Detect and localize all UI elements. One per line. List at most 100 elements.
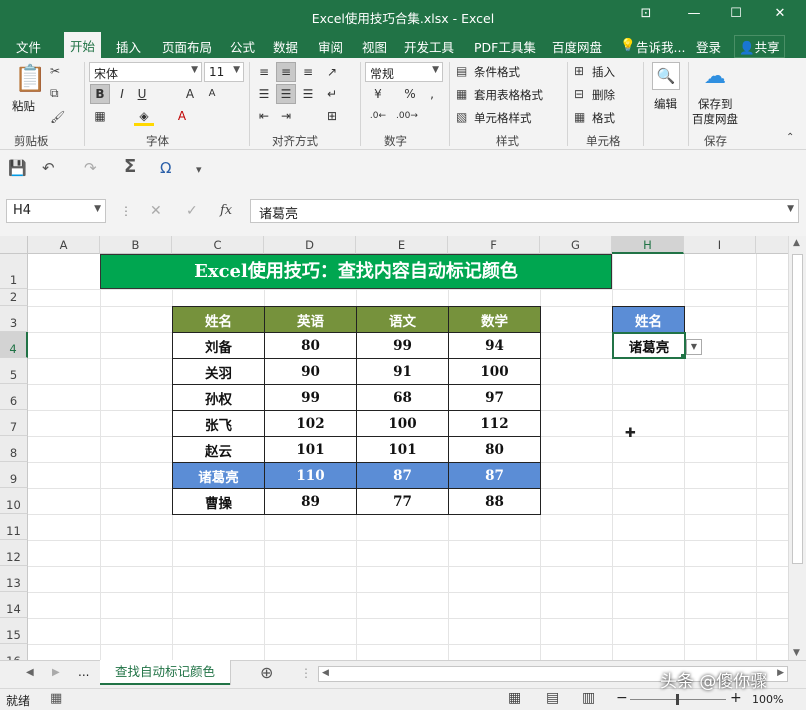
cell-styles-button[interactable]: 单元格样式 [474,110,532,126]
sign-in-link[interactable]: 登录 [696,37,721,56]
zoom-level[interactable]: 100% [752,693,783,706]
format-as-table-button[interactable]: 套用表格格式 [474,87,543,103]
copy-icon[interactable]: ⧉ [50,86,59,101]
increase-decimal-icon[interactable]: .0← [368,106,388,126]
bold-button[interactable]: B [90,84,110,104]
row-header-15[interactable]: 15 [0,618,28,644]
table-cell[interactable]: 100 [357,411,449,437]
save-to-line2[interactable]: 百度网盘 [692,111,738,127]
column-header-d[interactable]: D [264,236,356,254]
column-header-f[interactable]: F [448,236,540,254]
redo-icon[interactable]: ↷ [84,159,97,177]
row-header-9[interactable]: 9 [0,462,28,488]
delete-cells-icon[interactable]: ⊟ [574,87,584,101]
close-button[interactable]: ✕ [770,6,790,21]
table-cell[interactable]: 88 [449,489,541,515]
table-header-name[interactable]: 姓名 [173,307,265,333]
add-sheet-icon[interactable]: ⊕ [260,663,273,682]
row-header-10[interactable]: 10 [0,488,28,514]
font-size-select[interactable]: 11 ▼ [204,62,244,82]
select-all-corner[interactable] [0,236,28,254]
table-cell[interactable]: 68 [357,385,449,411]
cut-icon[interactable]: ✂ [50,64,60,78]
row-header-2[interactable]: 2 [0,289,28,306]
font-name-select[interactable]: 宋体 ▼ [89,62,202,82]
tab-home[interactable]: 开始 [64,32,102,58]
align-top-icon[interactable]: ≡ [254,62,274,82]
table-cell[interactable]: 80 [265,333,357,359]
paste-icon[interactable]: 📋 [14,64,46,94]
align-bottom-icon[interactable]: ≡ [298,62,318,82]
table-cell[interactable]: 80 [449,437,541,463]
table-header-chinese[interactable]: 语文 [357,307,449,333]
insert-function-button[interactable]: fx [220,203,232,218]
minimize-button[interactable]: — [684,6,704,21]
align-left-icon[interactable]: ☰ [254,84,274,104]
scroll-left-icon[interactable]: ◀ [322,668,329,678]
tab-split-icon[interactable]: ⋮ [300,666,312,680]
save-icon[interactable]: 💾 [8,159,27,177]
row-header-12[interactable]: 12 [0,540,28,566]
row-header-4[interactable]: 4 [0,332,28,358]
name-box[interactable]: H4 ▼ [6,199,106,223]
highlighted-cell[interactable]: 诸葛亮 [173,463,265,489]
vertical-scrollbar[interactable]: ▲ ▼ [788,236,806,660]
column-header-c[interactable]: C [172,236,264,254]
format-table-icon[interactable]: ▦ [456,87,467,101]
tab-baidu-netdisk[interactable]: 百度网盘 [552,37,602,56]
percent-button[interactable]: % [400,84,420,104]
tab-file[interactable]: 文件 [16,37,41,56]
wrap-text-icon[interactable]: ↵ [322,84,342,104]
orientation-icon[interactable]: ↗ [322,62,342,82]
table-cell[interactable]: 张飞 [173,411,265,437]
borders-icon[interactable]: ▦ [90,106,110,126]
tab-view[interactable]: 视图 [362,37,387,56]
normal-view-icon[interactable]: ▦ [508,690,521,706]
page-layout-view-icon[interactable]: ▤ [546,690,559,706]
highlighted-cell[interactable]: 87 [357,463,449,489]
save-to-line1[interactable]: 保存到 [698,96,733,112]
row-header-6[interactable]: 6 [0,384,28,410]
validation-dropdown-icon[interactable]: ▼ [686,339,702,355]
enter-icon[interactable]: ✓ [186,203,198,219]
table-cell[interactable]: 曹操 [173,489,265,515]
conditional-format-button[interactable]: 条件格式 [474,64,520,80]
sheet-tab-active[interactable]: 查找自动标记颜色 [100,660,230,685]
row-header-14[interactable]: 14 [0,592,28,618]
macro-record-icon[interactable]: ▦ [50,691,62,706]
table-cell[interactable]: 90 [265,359,357,385]
grow-font-button[interactable]: A [180,84,200,104]
tab-data[interactable]: 数据 [273,37,298,56]
table-cell[interactable]: 89 [265,489,357,515]
zoom-slider-thumb[interactable] [676,694,679,705]
merge-center-icon[interactable]: ⊞ [322,106,342,126]
increase-indent-icon[interactable]: ⇥ [276,106,296,126]
worksheet-grid[interactable]: A B C D E F G H I 1 2 3 4 5 6 7 8 9 10 1… [0,236,788,660]
tab-review[interactable]: 审阅 [318,37,343,56]
table-cell[interactable]: 101 [357,437,449,463]
zoom-out-icon[interactable]: − [616,690,628,706]
zoom-in-icon[interactable]: + [730,690,742,706]
number-format-select[interactable]: 常规 ▼ [365,62,443,82]
table-cell[interactable]: 94 [449,333,541,359]
column-header-a[interactable]: A [28,236,100,254]
table-cell[interactable]: 刘备 [173,333,265,359]
align-center-icon[interactable]: ☰ [276,84,296,104]
fill-color-icon[interactable]: ◈ [134,106,154,126]
row-header-11[interactable]: 11 [0,514,28,540]
column-header-i[interactable]: I [684,236,756,254]
align-right-icon[interactable]: ☰ [298,84,318,104]
paste-button[interactable]: 粘贴 [12,98,35,114]
collapse-ribbon-icon[interactable]: ⌃ [786,132,794,143]
column-header-b[interactable]: B [100,236,172,254]
column-header-g[interactable]: G [540,236,612,254]
align-middle-icon[interactable]: ≡ [276,62,296,82]
lookup-header[interactable]: 姓名 [612,306,685,333]
comma-button[interactable]: , [422,84,442,104]
cell-styles-icon[interactable]: ▧ [456,110,467,124]
more-sheets-button[interactable]: ... [78,665,89,679]
tab-formulas[interactable]: 公式 [230,37,255,56]
scroll-up-icon[interactable]: ▲ [793,238,800,248]
row-header-16[interactable]: 16 [0,644,28,660]
decrease-indent-icon[interactable]: ⇤ [254,106,274,126]
